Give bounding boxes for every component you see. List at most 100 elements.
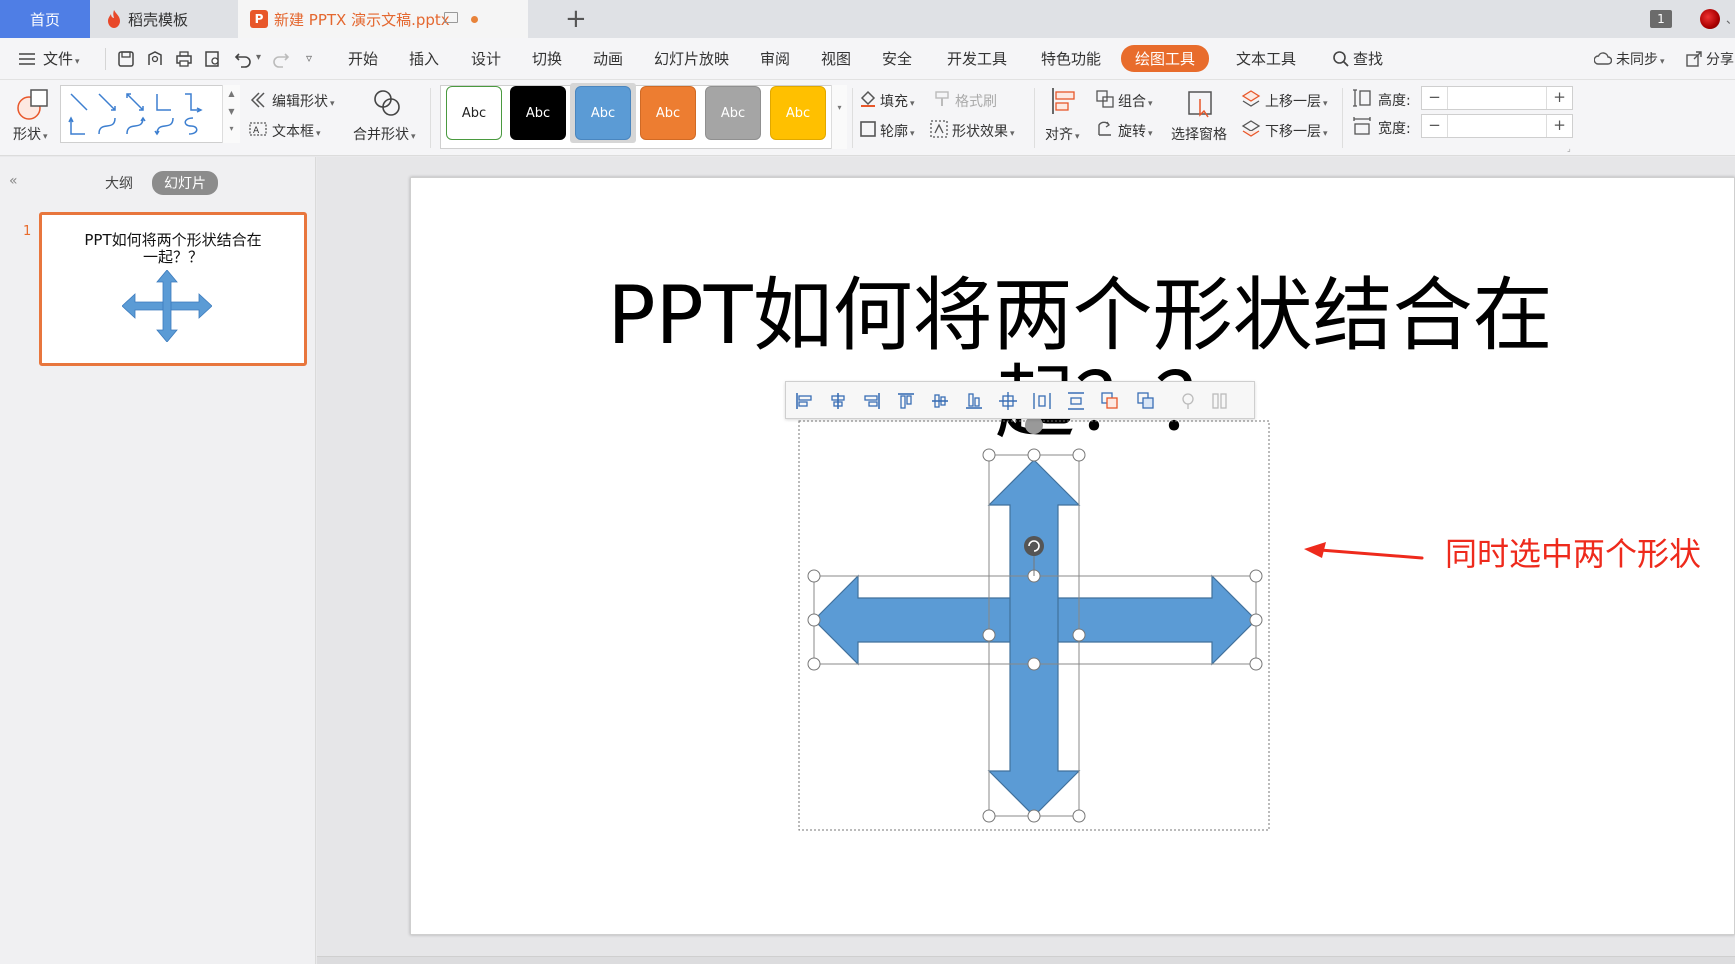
menu-design[interactable]: 设计	[471, 48, 501, 69]
fill-button[interactable]: 填充	[880, 91, 915, 111]
width-increase-button[interactable]: +	[1546, 115, 1572, 137]
gallery-expand-icon[interactable]: ▾	[223, 121, 240, 137]
shape-icon[interactable]	[15, 86, 51, 122]
align-middle-icon[interactable]	[930, 391, 950, 411]
selected-shapes[interactable]	[790, 415, 1280, 835]
style-blue[interactable]: Abc	[575, 86, 631, 140]
undo-dropdown-icon[interactable]: ▾	[256, 52, 261, 63]
shape-button[interactable]: 形状	[13, 124, 48, 144]
send-backward-icon[interactable]	[1241, 119, 1261, 139]
tab-template[interactable]: 稻壳模板	[90, 0, 235, 38]
slide-thumbnail[interactable]: PPT如何将两个形状结合在 一起？？	[39, 212, 307, 366]
edit-shape-icon[interactable]	[249, 91, 267, 109]
tab-outline[interactable]: 大纲	[105, 173, 133, 193]
fill-bucket-icon[interactable]	[858, 89, 878, 109]
window-count-badge[interactable]: 1	[1650, 10, 1672, 28]
align-left-icon[interactable]	[794, 391, 814, 411]
tab-document[interactable]: P 新建 PPTX 演示文稿.pptx	[238, 0, 528, 38]
menu-insert[interactable]: 插入	[409, 48, 439, 69]
height-decrease-button[interactable]: −	[1422, 87, 1448, 109]
shape-effect-icon[interactable]	[929, 119, 949, 139]
menu-special[interactable]: 特色功能	[1041, 48, 1101, 69]
shape-effect-button[interactable]: 形状效果	[952, 121, 1015, 141]
share-label[interactable]: 分享	[1706, 49, 1734, 69]
rotate-button[interactable]: 旋转	[1118, 121, 1153, 141]
rotate-icon[interactable]	[1095, 119, 1115, 139]
tab-slides[interactable]: 幻灯片	[152, 171, 218, 195]
align-icon[interactable]	[1049, 86, 1079, 116]
collapse-panel-icon[interactable]: «	[9, 173, 18, 189]
style-orange[interactable]: Abc	[640, 86, 696, 140]
width-input[interactable]: − +	[1421, 114, 1573, 138]
tab-home[interactable]: 首页	[0, 0, 90, 38]
line-shapes-icon[interactable]	[65, 90, 225, 140]
menu-animation[interactable]: 动画	[593, 48, 623, 69]
avatar[interactable]	[1700, 9, 1720, 29]
hamburger-menu-icon[interactable]	[18, 50, 36, 68]
undo-icon[interactable]	[234, 50, 252, 68]
height-increase-button[interactable]: +	[1546, 87, 1572, 109]
center-on-slide-icon[interactable]	[998, 391, 1018, 411]
merge-shape-button[interactable]: 合并形状	[353, 124, 416, 144]
distribute-horizontal-icon[interactable]	[1032, 391, 1052, 411]
print-preview-icon[interactable]	[204, 50, 222, 68]
new-tab-button[interactable]: +	[565, 5, 587, 33]
outline-button[interactable]: 轮廓	[880, 121, 915, 141]
menu-home[interactable]: 开始	[348, 48, 378, 69]
text-box-icon[interactable]: A	[249, 120, 267, 138]
merge-shapes-icon[interactable]	[1136, 391, 1156, 411]
align-top-icon[interactable]	[896, 391, 916, 411]
align-button[interactable]: 对齐	[1045, 124, 1080, 144]
bring-forward-icon[interactable]	[1241, 89, 1261, 109]
height-input[interactable]: − +	[1421, 86, 1573, 110]
menu-transition[interactable]: 切换	[532, 48, 562, 69]
monitor-icon[interactable]	[444, 12, 458, 23]
menu-slideshow[interactable]: 幻灯片放映	[654, 48, 729, 69]
save-icon[interactable]	[117, 50, 135, 68]
align-center-icon[interactable]	[828, 391, 848, 411]
menu-view[interactable]: 视图	[821, 48, 851, 69]
sync-status[interactable]: 未同步	[1616, 49, 1665, 69]
share-icon[interactable]	[1685, 50, 1703, 68]
style-white[interactable]: Abc	[446, 86, 502, 140]
distribute-vertical-icon[interactable]	[1066, 391, 1086, 411]
style-black[interactable]: Abc	[510, 86, 566, 140]
group-button[interactable]: 组合	[1118, 91, 1153, 111]
text-box-button[interactable]: 文本框	[272, 121, 321, 141]
menu-review[interactable]: 审阅	[760, 48, 790, 69]
menu-drawing-tools[interactable]: 绘图工具	[1121, 45, 1210, 72]
scroll-up-icon[interactable]: ▲	[223, 85, 240, 103]
group-shapes-icon[interactable]	[1100, 391, 1120, 411]
style-gray[interactable]: Abc	[705, 86, 761, 140]
scroll-down-icon[interactable]: ▼	[223, 103, 240, 121]
menu-text-tools[interactable]: 文本工具	[1236, 48, 1296, 69]
edit-shape-button[interactable]: 编辑形状	[272, 91, 335, 111]
selection-pane-icon[interactable]	[1186, 89, 1216, 119]
width-decrease-button[interactable]: −	[1422, 115, 1448, 137]
style-gallery-expand-icon[interactable]: ▾	[831, 85, 847, 149]
menu-developer[interactable]: 开发工具	[947, 48, 1007, 69]
menu-security[interactable]: 安全	[882, 48, 912, 69]
customize-toolbar-icon[interactable]: ▿	[306, 51, 312, 65]
shape-gallery[interactable]	[60, 85, 240, 143]
dialog-launcher-icon[interactable]: ⌟	[1567, 144, 1571, 153]
align-bottom-icon[interactable]	[964, 391, 984, 411]
search-label[interactable]: 查找	[1353, 48, 1383, 69]
send-backward-button[interactable]: 下移一层	[1265, 121, 1328, 141]
file-menu[interactable]: 文件	[43, 48, 80, 69]
cloud-sync-icon[interactable]	[1594, 50, 1612, 68]
more-icon[interactable]: 、	[1726, 10, 1735, 27]
slide-title[interactable]: PPT如何将两个形状结合在	[560, 268, 1600, 364]
gallery-scrollbar[interactable]: ▲ ▼ ▾	[222, 85, 240, 143]
style-yellow[interactable]: Abc	[770, 86, 826, 140]
selection-pane-button[interactable]: 选择窗格	[1171, 124, 1227, 144]
outline-icon[interactable]	[858, 119, 878, 139]
merge-shape-icon[interactable]	[372, 88, 402, 118]
export-icon[interactable]	[146, 50, 164, 68]
print-icon[interactable]	[175, 50, 193, 68]
bring-forward-button[interactable]: 上移一层	[1265, 91, 1328, 111]
redo-icon[interactable]	[272, 50, 290, 68]
group-icon[interactable]	[1095, 89, 1115, 109]
search-icon[interactable]	[1332, 50, 1350, 68]
rotate-handle-icon[interactable]	[1024, 536, 1044, 556]
